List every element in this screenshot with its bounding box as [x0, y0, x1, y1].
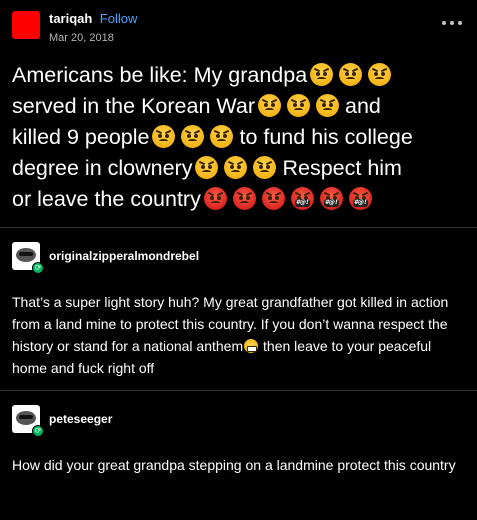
- post-text-line5: or leave the country: [12, 187, 201, 211]
- follow-button[interactable]: Follow: [100, 11, 138, 26]
- pouting-face-icon: [232, 187, 256, 210]
- angry-face-icon: [181, 125, 205, 148]
- sunglasses-face-icon: [16, 248, 36, 262]
- face-with-symbols-icon: #@!: [290, 187, 314, 210]
- reblogger-username[interactable]: originalzipperalmondrebel: [49, 249, 199, 263]
- post-text-line1: Americans be like: My grandpa: [12, 63, 308, 87]
- angry-face-icon: [310, 63, 334, 86]
- author-username[interactable]: tariqah: [49, 11, 92, 26]
- post-text-line2b: and: [345, 94, 381, 118]
- symbols-text: #@!: [352, 199, 368, 207]
- reblogger-avatar[interactable]: ⟳: [12, 242, 44, 274]
- post-text-line2a: served in the Korean War: [12, 94, 255, 118]
- divider: [0, 390, 477, 391]
- angry-face-icon: [152, 125, 176, 148]
- face-with-symbols-icon: #@!: [348, 187, 372, 210]
- pouting-face-icon: [261, 187, 285, 210]
- pouting-face-icon: [203, 187, 227, 210]
- post-date: Mar 20, 2018: [49, 32, 114, 44]
- angry-face-icon: [287, 94, 310, 117]
- post-text-line4b: Respect him: [282, 156, 402, 180]
- angry-face-icon: [258, 94, 281, 117]
- angry-face-icon: [316, 94, 339, 117]
- reblog-icon: ⟳: [32, 262, 44, 274]
- post-text-line3b: to fund his college: [239, 125, 413, 149]
- angry-face-icon: [210, 125, 234, 148]
- author-avatar[interactable]: [12, 11, 40, 39]
- reblog-body: That’s a super light story huh? My great…: [12, 291, 467, 379]
- reblog-icon: ⟳: [32, 425, 44, 437]
- reblog-text: How did your great grandpa stepping on a…: [12, 457, 456, 473]
- angry-face-icon: [368, 63, 392, 86]
- byline: tariqah Follow Mar 20, 2018: [49, 10, 137, 44]
- reblog-body: How did your great grandpa stepping on a…: [12, 454, 467, 476]
- grimacing-face-icon: [244, 339, 259, 353]
- sunglasses-face-icon: [16, 411, 36, 425]
- angry-face-icon: [339, 63, 363, 86]
- tumblr-post: tariqah Follow Mar 20, 2018 Americans be…: [0, 0, 477, 520]
- reblogger-username[interactable]: peteseeger: [49, 412, 112, 426]
- angry-face-icon: [224, 156, 248, 179]
- divider: [0, 227, 477, 228]
- symbols-text: #@!: [323, 199, 339, 207]
- reblogger-avatar[interactable]: ⟳: [12, 405, 44, 437]
- post-body: Americans be like: My grandpa served in …: [12, 60, 467, 215]
- face-with-symbols-icon: #@!: [319, 187, 343, 210]
- angry-face-icon: [253, 156, 277, 179]
- post-text-line3a: killed 9 people: [12, 125, 150, 149]
- more-options-icon[interactable]: [442, 13, 462, 33]
- angry-face-icon: [195, 156, 219, 179]
- post-header: tariqah Follow Mar 20, 2018: [12, 10, 465, 44]
- symbols-text: #@!: [294, 199, 310, 207]
- post-text-line4a: degree in clownery: [12, 156, 193, 180]
